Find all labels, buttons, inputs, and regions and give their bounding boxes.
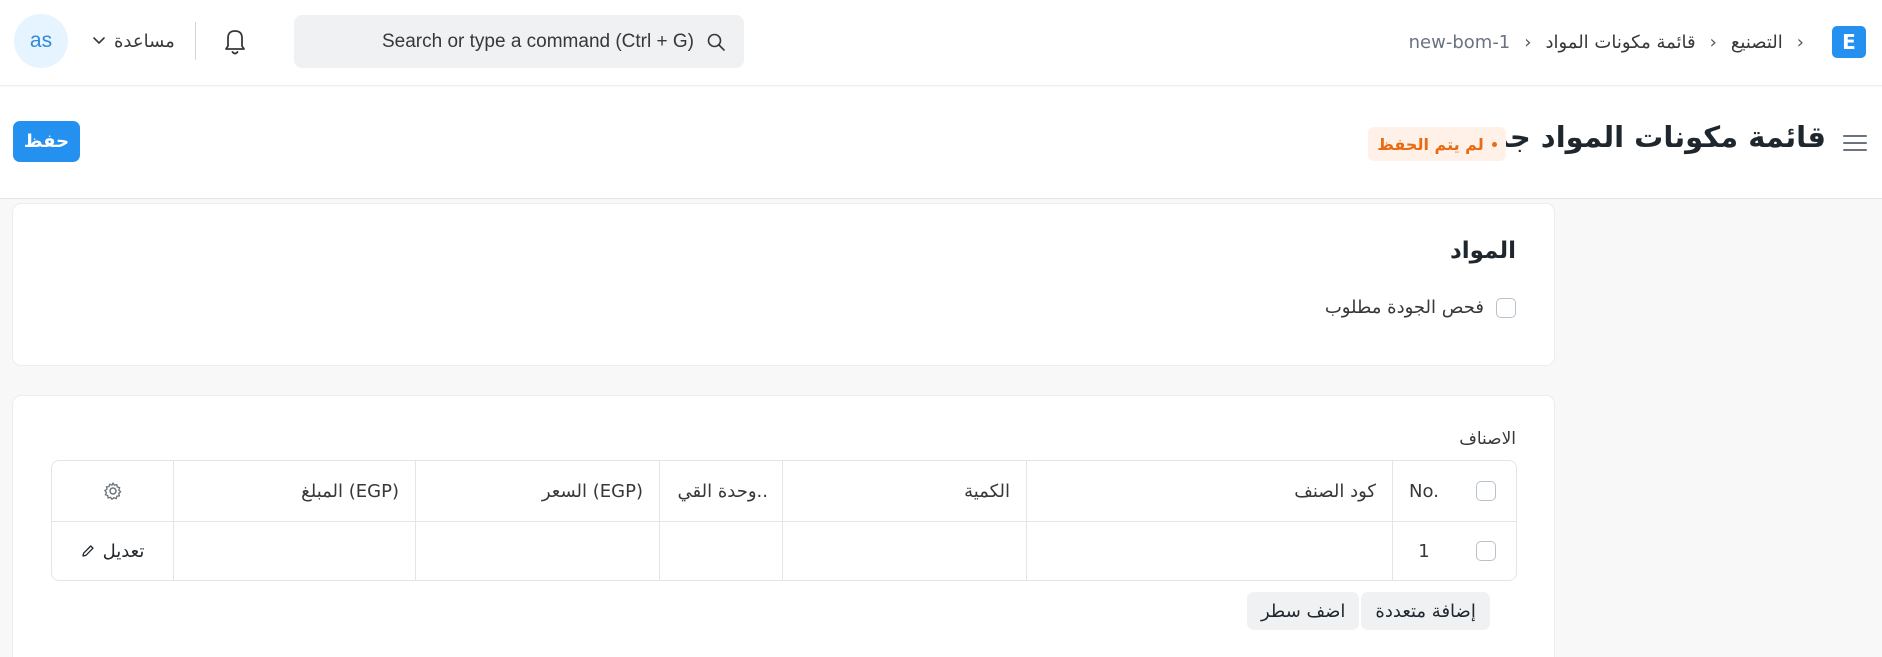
sidebar-toggle-icon[interactable]	[1842, 133, 1868, 153]
breadcrumb-current-doc: new-bom-1	[1408, 31, 1511, 53]
breadcrumb-manufacturing[interactable]: التصنيع	[1731, 32, 1783, 53]
page-title: قائمة مكونات المواد جديد	[1465, 120, 1826, 154]
items-table: No. كود الصنف الكمية وحدة القي.. السعر (…	[51, 460, 1517, 581]
quality-check-label: فحص الجودة مطلوب	[1324, 297, 1484, 318]
navbar-divider	[195, 22, 196, 60]
column-header-item-code: كود الصنف	[1026, 461, 1392, 521]
bell-icon[interactable]	[220, 25, 250, 57]
search-bar[interactable]: Search or type a command (Ctrl + G)	[294, 15, 744, 68]
row-select-cell	[1455, 521, 1516, 580]
row-item-code[interactable]	[1026, 521, 1392, 580]
breadcrumb-bom-list[interactable]: قائمة مكونات المواد	[1545, 32, 1695, 53]
column-settings-cell	[52, 461, 173, 521]
items-table-label: الاصناف	[1459, 429, 1516, 449]
chevron-down-icon	[93, 37, 105, 44]
column-header-amount: المبلغ (EGP)	[173, 461, 415, 521]
row-edit-label: تعديل	[102, 540, 145, 562]
table-row[interactable]: 1 تعديل	[52, 521, 1516, 580]
row-rate[interactable]	[415, 521, 659, 580]
column-header-uom: وحدة القي..	[659, 461, 782, 521]
help-label: مساعدة	[114, 30, 175, 52]
save-button[interactable]: حفظ	[13, 121, 80, 162]
column-header-no: No.	[1392, 461, 1455, 521]
app-logo[interactable]: E	[1832, 26, 1866, 58]
row-uom[interactable]	[659, 521, 782, 580]
column-header-qty: الكمية	[782, 461, 1026, 521]
row-edit-cell: تعديل	[52, 521, 173, 580]
table-header-row: No. كود الصنف الكمية وحدة القي.. السعر (…	[52, 461, 1516, 522]
pencil-icon	[81, 545, 94, 557]
help-dropdown[interactable]: مساعدة	[92, 26, 175, 56]
row-amount[interactable]	[173, 521, 415, 580]
breadcrumb: › التصنيع › قائمة مكونات المواد › new-bo…	[1409, 24, 1804, 60]
column-header-rate: السعر (EGP)	[415, 461, 659, 521]
status-badge-label: لم يتم الحفظ	[1377, 134, 1484, 154]
items-card: الاصناف No. كود الصنف الكمية وحدة القي..…	[12, 395, 1555, 657]
materials-card: المواد فحص الجودة مطلوب	[12, 203, 1555, 366]
add-multiple-button[interactable]: إضافة متعددة	[1361, 592, 1490, 630]
avatar-initials: as	[29, 29, 53, 52]
quality-check-checkbox[interactable]	[1496, 297, 1516, 318]
row-qty[interactable]	[782, 521, 1026, 580]
status-badge: لم يتم الحفظ	[1368, 127, 1506, 161]
breadcrumb-separator: ›	[1524, 31, 1532, 53]
row-edit-button[interactable]: تعديل	[81, 540, 145, 562]
select-all-checkbox[interactable]	[1476, 481, 1496, 501]
quality-check-row[interactable]: فحص الجودة مطلوب	[1325, 297, 1516, 318]
table-actions: اضف سطر إضافة متعددة	[1247, 592, 1490, 630]
row-checkbox[interactable]	[1476, 541, 1496, 561]
select-all-cell	[1455, 461, 1516, 521]
add-row-button[interactable]: اضف سطر	[1247, 592, 1360, 630]
app-logo-letter: E	[1842, 30, 1856, 54]
status-dot	[1491, 141, 1497, 147]
avatar[interactable]: as	[14, 14, 68, 68]
search-input[interactable]: Search or type a command (Ctrl + G)	[382, 31, 694, 53]
row-no: 1	[1392, 521, 1455, 580]
materials-section-title: المواد	[1449, 238, 1516, 264]
breadcrumb-separator: ›	[1709, 31, 1717, 53]
breadcrumb-separator: ›	[1796, 31, 1804, 53]
gear-icon[interactable]	[103, 481, 123, 501]
search-icon	[707, 33, 725, 51]
navbar: E › التصنيع › قائمة مكونات المواد › new-…	[0, 0, 1882, 86]
